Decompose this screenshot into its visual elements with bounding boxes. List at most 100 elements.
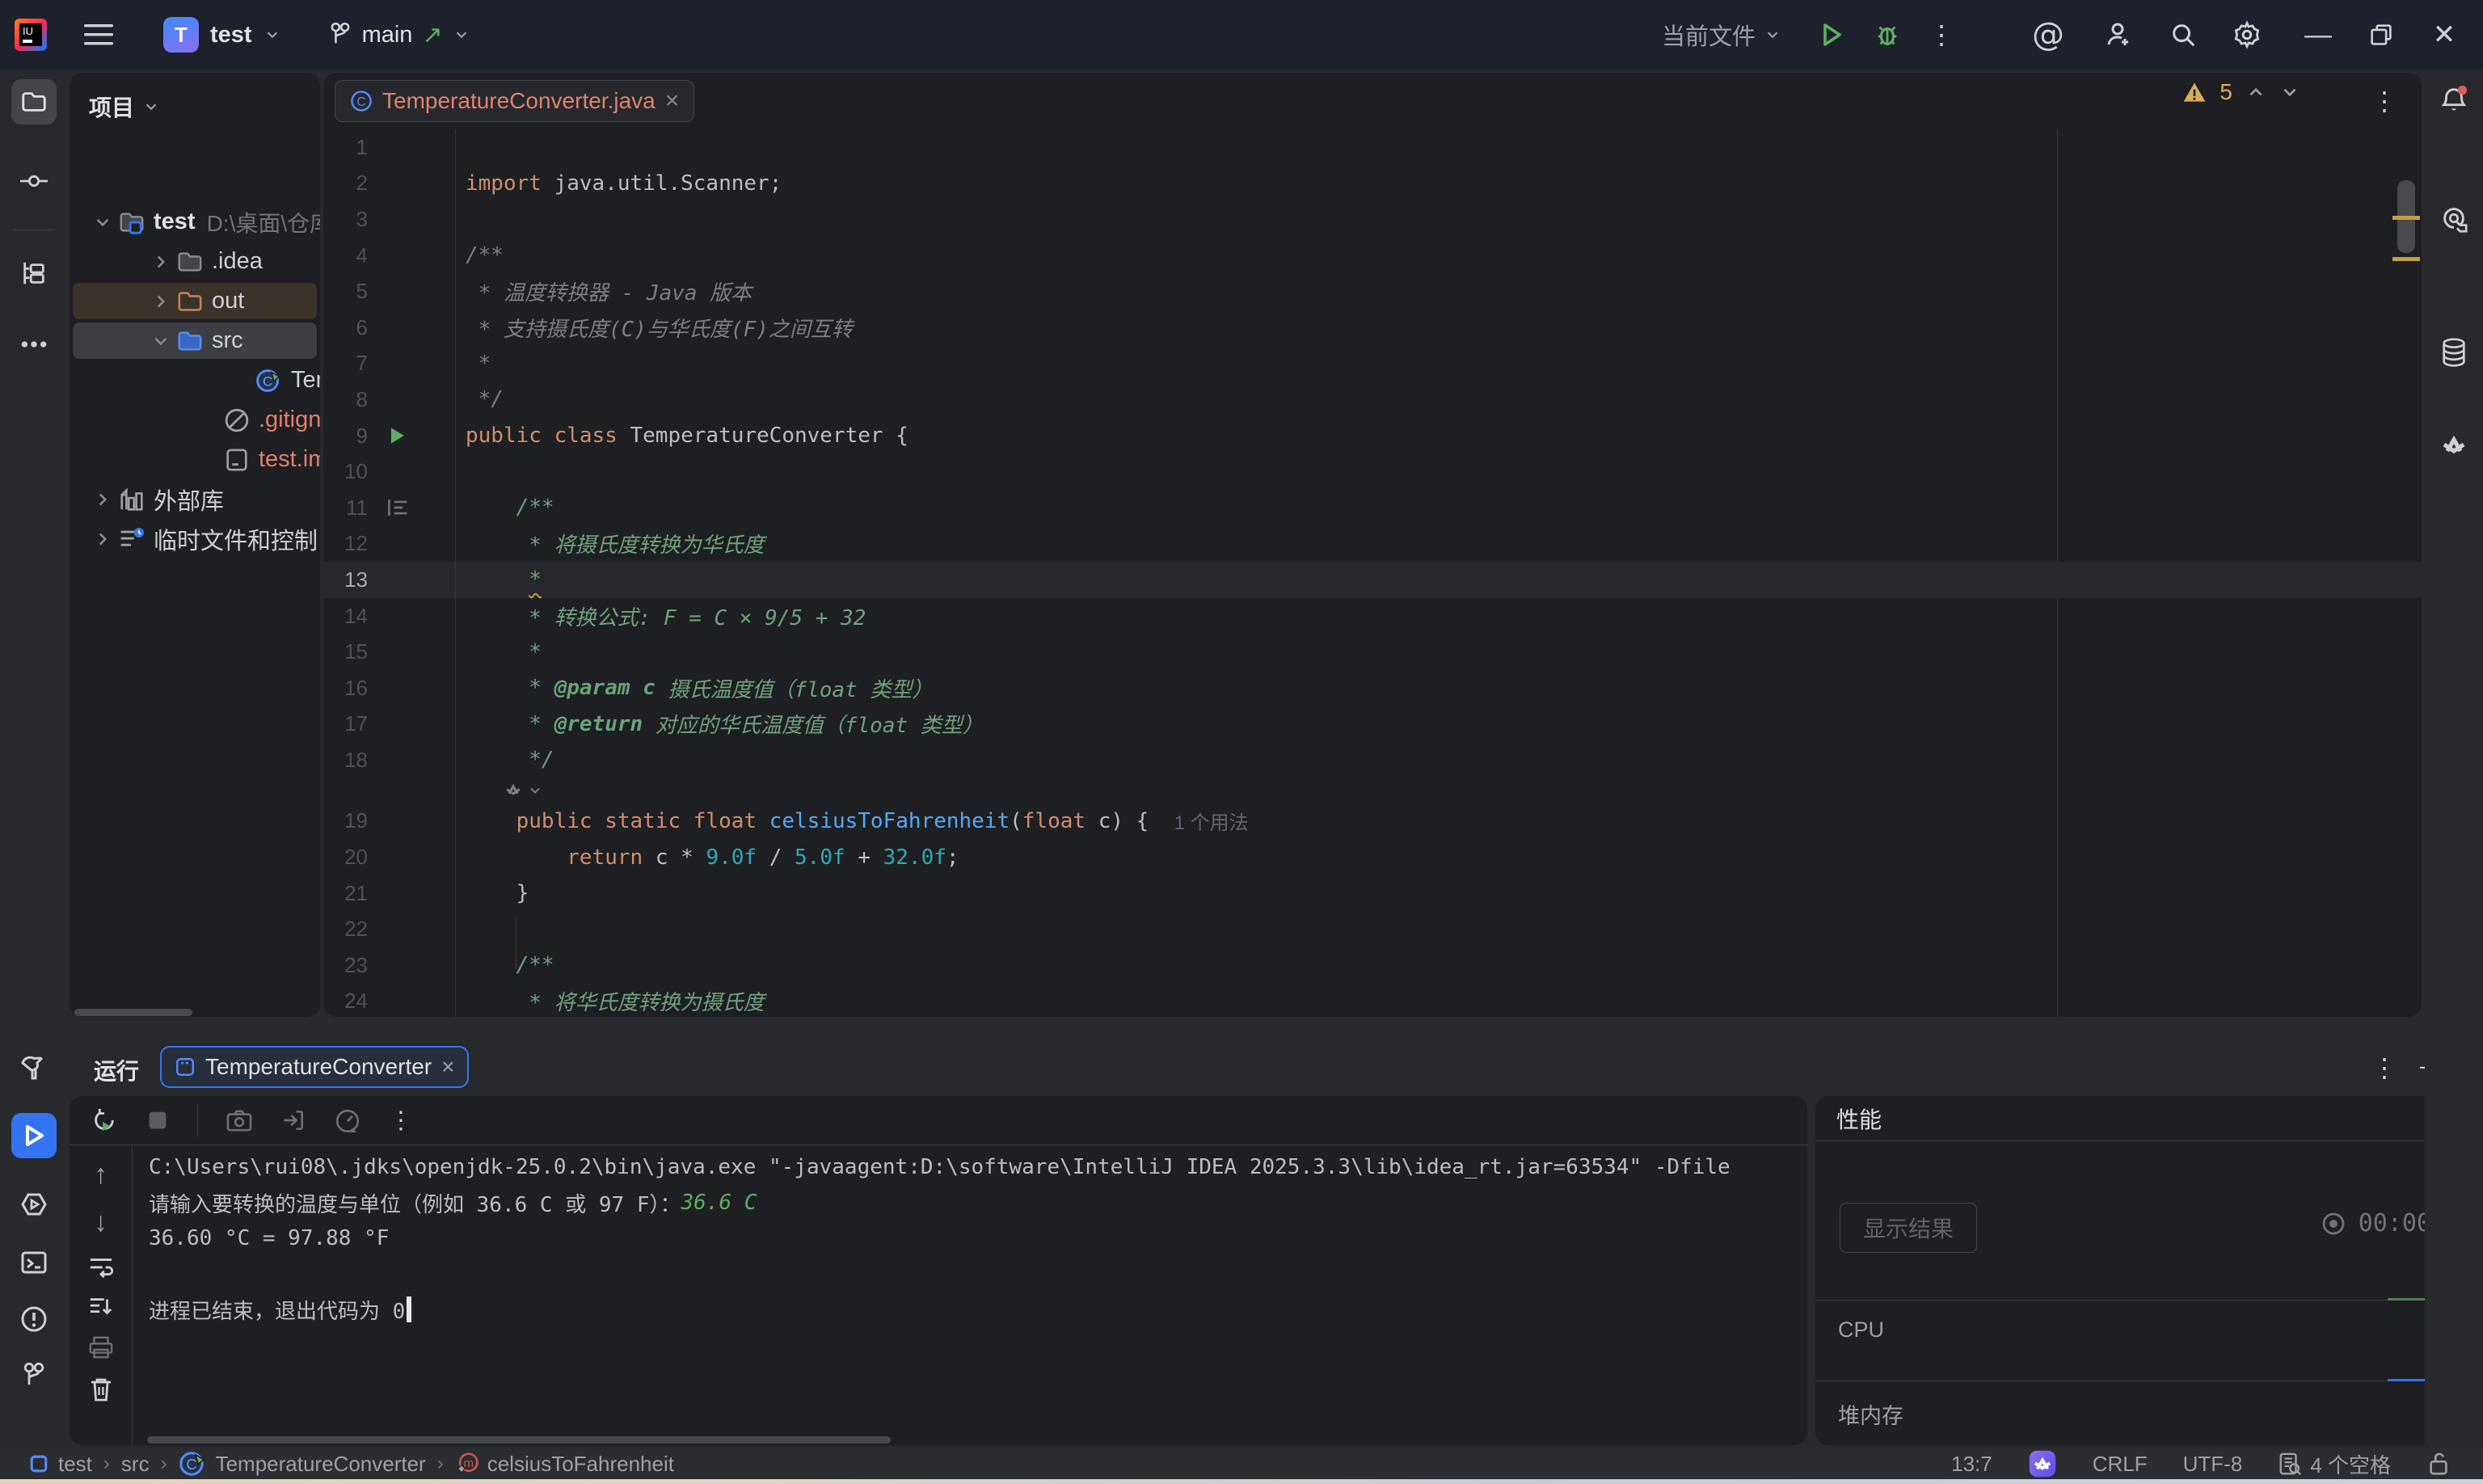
main-menu-hamburger-icon[interactable] — [84, 23, 113, 46]
settings-gear-icon[interactable] — [2232, 20, 2262, 49]
build-tool-button[interactable] — [11, 1044, 57, 1090]
caret-position-widget[interactable]: 13:7 — [1951, 1452, 1992, 1477]
git-tool-button[interactable] — [11, 1353, 57, 1398]
tree-item-out[interactable]: out — [70, 281, 320, 321]
tree-item-.idea[interactable]: .idea — [70, 242, 320, 281]
restore-window-button[interactable] — [2357, 11, 2405, 59]
run-tool-button-active[interactable] — [11, 1113, 57, 1158]
code-line[interactable]: 18 */ — [323, 742, 2422, 778]
minimize-window-button[interactable]: — — [2294, 11, 2342, 59]
console-output[interactable]: C:\Users\rui08\.jdks\openjdk-25.0.2\bin\… — [149, 1149, 1799, 1434]
tree-item-test.iml[interactable]: test.iml — [70, 440, 320, 479]
encoding-widget[interactable]: UTF-8 — [2183, 1452, 2243, 1477]
print-icon[interactable] — [88, 1335, 114, 1360]
soft-wrap-icon[interactable] — [87, 1254, 115, 1279]
restart-console-icon[interactable] — [280, 1107, 306, 1133]
code-line[interactable]: 3 — [323, 201, 2422, 238]
notifications-bell-icon[interactable] — [2433, 79, 2475, 121]
more-tool-windows-button[interactable] — [11, 322, 57, 367]
code-line[interactable]: 2import java.util.Scanner; — [323, 166, 2422, 202]
indent-widget[interactable]: 4 个空格 — [2278, 1449, 2391, 1479]
code-line[interactable]: 19 public static float celsiusToFahrenhe… — [323, 803, 2422, 840]
code-line[interactable]: 21 } — [323, 875, 2422, 912]
project-tool-button[interactable] — [11, 79, 57, 124]
code-line[interactable]: 23 /** — [323, 947, 2422, 984]
tree-item-临时文件和控制台[interactable]: 临时文件和控制台 — [70, 519, 320, 559]
terminal-tool-button[interactable] — [11, 1240, 57, 1285]
code-line[interactable]: 7 * — [323, 346, 2422, 382]
structure-tool-button[interactable] — [11, 251, 57, 296]
code-line[interactable]: 6 * 支持摄氏度(C)与华氏度(F)之间互转 — [323, 310, 2422, 346]
code-with-me-add-user-icon[interactable] — [2103, 20, 2132, 49]
warning-stripe-mark[interactable] — [2392, 257, 2420, 261]
ai-inlay-row[interactable] — [323, 778, 2422, 803]
chevron-down-icon[interactable] — [142, 98, 160, 116]
inspections-widget[interactable]: 5 — [2182, 79, 2300, 105]
breadcrumb-test[interactable]: test — [27, 1452, 92, 1477]
chevron-right-icon[interactable] — [150, 251, 171, 272]
close-tab-icon[interactable]: × — [665, 87, 680, 115]
problems-tool-button[interactable] — [11, 1296, 57, 1342]
profiler-gauge-icon[interactable] — [334, 1107, 361, 1133]
chevron-down-icon[interactable] — [92, 212, 113, 233]
code-line[interactable]: 24 * 将华氏度转换为摄氏度 — [323, 984, 2422, 1017]
thread-dump-camera-icon[interactable] — [226, 1108, 253, 1132]
chevron-right-icon[interactable] — [92, 489, 113, 510]
next-warning-chevron-icon[interactable] — [2279, 82, 2300, 103]
database-icon[interactable] — [2433, 331, 2475, 373]
rerun-button[interactable] — [91, 1107, 118, 1134]
ai-assistant-logo-icon[interactable] — [2433, 425, 2475, 467]
project-widget[interactable]: T test — [163, 17, 281, 53]
close-run-tab-icon[interactable]: × — [441, 1054, 454, 1080]
editor-tab-temperatureconverter[interactable]: C TemperatureConverter.java × — [335, 80, 694, 122]
code-line[interactable]: 15 * — [323, 634, 2422, 670]
code-line[interactable]: 16 * @param c 摄氏温度值（float 类型） — [323, 670, 2422, 706]
services-tool-button[interactable] — [11, 1182, 57, 1227]
ai-assistant-status-icon[interactable] — [2028, 1449, 2057, 1478]
run-panel-options-kebab-icon[interactable]: ⋮ — [2371, 1052, 2397, 1083]
code-line[interactable]: 22 — [323, 911, 2422, 947]
write-access-unlock-icon[interactable] — [2426, 1451, 2451, 1477]
chevron-down-icon[interactable] — [150, 331, 171, 352]
code-line[interactable]: 20 return c * 9.0f / 5.0f + 32.0f; — [323, 839, 2422, 875]
clear-all-trash-icon[interactable] — [88, 1376, 114, 1403]
stop-button[interactable] — [145, 1108, 170, 1132]
debug-button[interactable] — [1874, 21, 1901, 48]
code-line[interactable]: 4/** — [323, 238, 2422, 274]
previous-warning-chevron-icon[interactable] — [2245, 82, 2266, 103]
code-line[interactable]: 8 */ — [323, 382, 2422, 418]
run-configuration-selector[interactable]: 当前文件 — [1662, 18, 1781, 52]
line-ending-widget[interactable]: CRLF — [2093, 1452, 2148, 1477]
chevron-right-icon[interactable] — [92, 529, 113, 550]
code-line[interactable]: 9public class TemperatureConverter { — [323, 418, 2422, 454]
breadcrumb-src[interactable]: src — [121, 1452, 150, 1477]
up-stack-trace-icon[interactable]: ↑ — [94, 1159, 107, 1191]
close-window-button[interactable]: ✕ — [2420, 11, 2468, 59]
run-tab-temperatureconverter[interactable]: TemperatureConverter × — [160, 1046, 469, 1088]
down-stack-trace-icon[interactable]: ↓ — [94, 1207, 107, 1238]
more-actions-kebab-icon[interactable]: ⋮ — [1929, 19, 1954, 50]
breadcrumb-celsiusToFahrenheit[interactable]: mcelsiusToFahrenheit — [455, 1452, 674, 1477]
warning-stripe-mark[interactable] — [2392, 216, 2420, 220]
breadcrumb-TemperatureConverter[interactable]: CTemperatureConverter — [179, 1449, 426, 1478]
ai-generate-inlay-icon[interactable] — [503, 780, 543, 801]
search-everywhere-icon[interactable] — [2169, 21, 2197, 48]
vcs-branch-widget[interactable]: main ↗ — [328, 21, 470, 49]
tree-item-src[interactable]: src — [70, 321, 320, 360]
code-line[interactable]: 13 * — [323, 562, 2422, 598]
scroll-to-end-icon[interactable] — [87, 1295, 115, 1319]
code-line[interactable]: 17 * @return 对应的华氏温度值（float 类型） — [323, 706, 2422, 743]
commit-tool-button[interactable] — [11, 158, 57, 204]
code-line[interactable]: 12 * 将摄氏度转换为华氏度 — [323, 526, 2422, 563]
tree-item-外部库[interactable]: 外部库 — [70, 479, 320, 519]
code-content[interactable]: 12import java.util.Scanner;34/**5 * 温度转换… — [323, 129, 2422, 1017]
code-line[interactable]: 1 — [323, 129, 2422, 166]
horizontal-scrollbar[interactable] — [74, 1009, 192, 1016]
console-horizontal-scrollbar[interactable] — [147, 1436, 891, 1444]
tree-item-TemperatureConverter[interactable]: CTemperatureConverter — [70, 360, 320, 400]
code-line[interactable]: 5 * 温度转换器 - Java 版本 — [323, 273, 2422, 310]
ai-chat-icon[interactable] — [2433, 197, 2475, 239]
console-options-kebab-icon[interactable]: ⋮ — [389, 1107, 413, 1135]
show-results-button[interactable]: 显示结果 — [1840, 1203, 1977, 1253]
run-button[interactable] — [1819, 21, 1844, 48]
